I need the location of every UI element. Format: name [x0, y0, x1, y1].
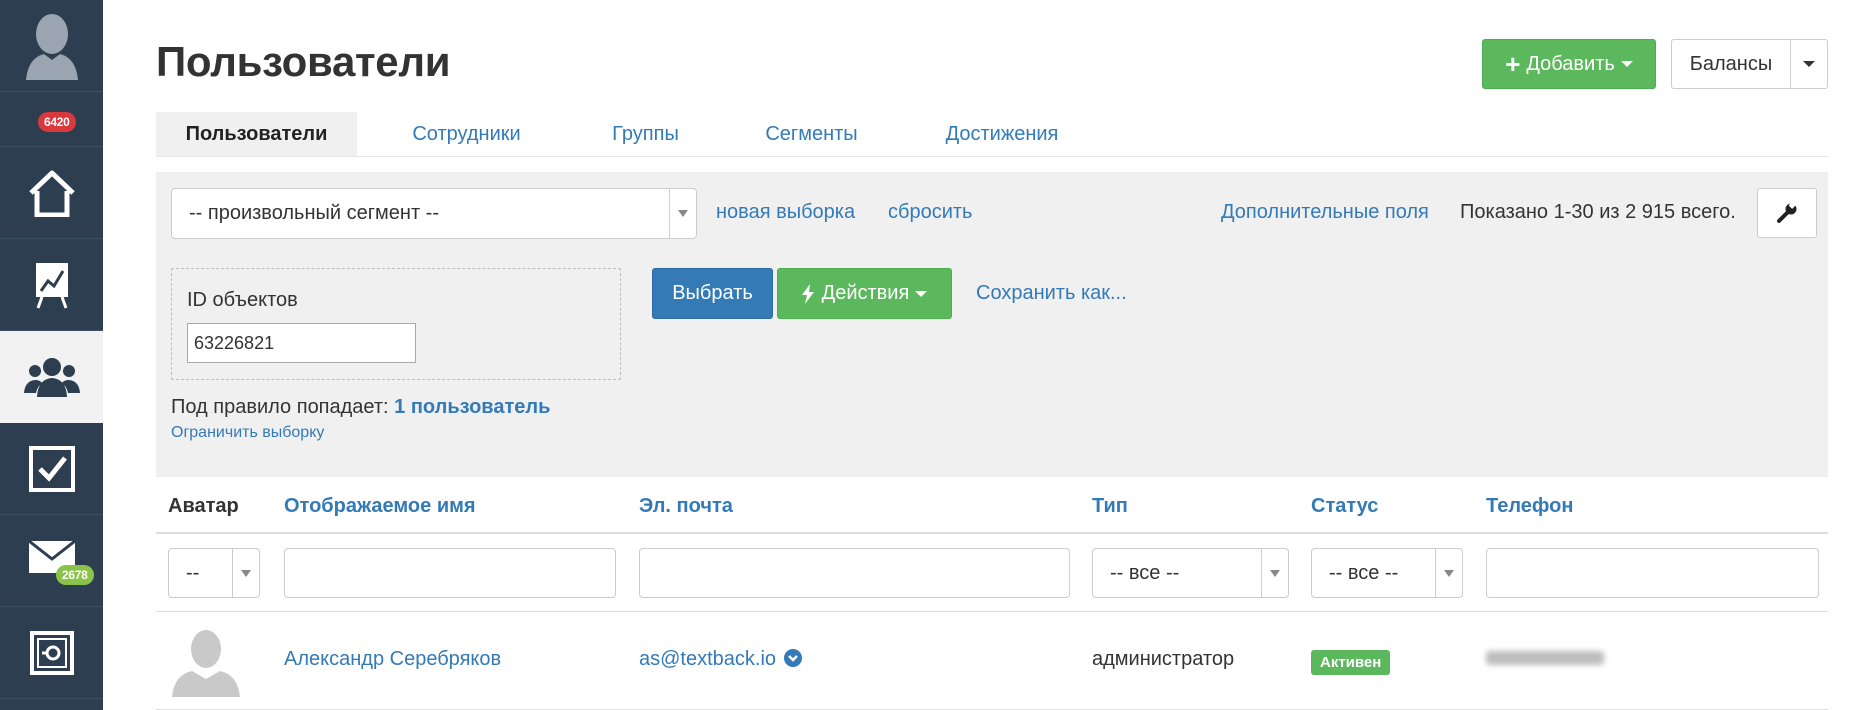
avatar-filter-select[interactable]: --	[168, 548, 260, 598]
column-header-name[interactable]: Отображаемое имя	[284, 495, 476, 518]
caret-down-icon	[915, 290, 928, 297]
add-button[interactable]: + Добавить	[1482, 39, 1656, 89]
tab-segments[interactable]: Сегменты	[715, 112, 908, 156]
user-email: as@textback.io	[639, 648, 802, 671]
sidebar-item-safe[interactable]	[0, 607, 103, 699]
select-button[interactable]: Выбрать	[652, 268, 773, 319]
caret-down-icon	[1803, 61, 1815, 67]
sidebar-item-tasks[interactable]	[0, 423, 103, 515]
segment-select-value: -- произвольный сегмент --	[189, 202, 439, 224]
column-header-type[interactable]: Тип	[1092, 495, 1128, 518]
table-row: Александр Серебряков as@textback.io адми…	[156, 612, 1828, 710]
email-filter-input[interactable]	[639, 548, 1070, 598]
sidebar: 6420 2678	[0, 0, 103, 710]
chart-board-icon	[35, 262, 68, 309]
reset-link[interactable]: сбросить	[888, 201, 972, 224]
rule-match-prefix: Под правило попадает:	[171, 396, 389, 418]
caret-down-icon	[1620, 61, 1633, 67]
extra-fields-link[interactable]: Дополнительные поля	[1221, 201, 1429, 224]
wrench-icon	[1777, 202, 1797, 223]
avatar-icon	[25, 13, 78, 80]
tabs-bar: Пользователи Сотрудники Группы Сегменты …	[156, 112, 1828, 157]
type-filter-value: -- все --	[1110, 561, 1180, 584]
user-type: администратор	[1092, 648, 1235, 670]
notifications-badge: 6420	[38, 112, 76, 132]
users-icon	[23, 357, 80, 397]
rule-match-count-link[interactable]: 1 пользователь	[394, 396, 550, 418]
rule-match-text: Под правило попадает: 1 пользователь	[171, 396, 550, 419]
checkbox-icon	[28, 445, 75, 492]
segment-select[interactable]: -- произвольный сегмент --	[171, 188, 697, 239]
sidebar-item-users[interactable]	[0, 331, 103, 423]
user-name-link[interactable]: Александр Серебряков	[284, 648, 501, 671]
sidebar-item-reports[interactable]	[0, 239, 103, 331]
chevron-down-icon	[669, 189, 696, 238]
balances-button-label: Балансы	[1689, 52, 1773, 75]
chevron-down-icon	[1261, 549, 1288, 597]
balances-dropdown-toggle[interactable]	[1790, 39, 1828, 89]
tab-users[interactable]: Пользователи	[156, 112, 357, 156]
column-header-status[interactable]: Статус	[1311, 495, 1378, 518]
column-header-avatar: Аватар	[168, 495, 239, 517]
chevron-down-icon	[232, 549, 259, 597]
pagination-summary: Показано 1-30 из 2 915 всего.	[1460, 201, 1736, 223]
select-button-label: Выбрать	[672, 282, 753, 304]
object-ids-box: ID объектов	[171, 268, 621, 380]
new-selection-link[interactable]: новая выборка	[716, 201, 855, 224]
plus-icon: +	[1505, 49, 1521, 79]
name-filter-input[interactable]	[284, 548, 616, 598]
add-button-label: Добавить	[1526, 52, 1615, 75]
column-header-email[interactable]: Эл. почта	[639, 495, 733, 518]
home-icon	[28, 170, 75, 217]
actions-button[interactable]: Действия	[777, 268, 952, 319]
phone-filter-input[interactable]	[1486, 548, 1819, 598]
main-content: Пользователи + Добавить Балансы Пользова…	[156, 0, 1828, 710]
table-settings-button[interactable]	[1757, 188, 1817, 238]
object-ids-input[interactable]	[187, 323, 416, 363]
user-email-link[interactable]: as@textback.io	[639, 648, 776, 670]
tab-employees[interactable]: Сотрудники	[357, 112, 576, 156]
messages-badge: 2678	[56, 565, 94, 585]
verified-check-icon	[783, 649, 802, 667]
type-filter-select[interactable]: -- все --	[1092, 548, 1289, 598]
safe-icon	[29, 630, 74, 675]
lightning-icon	[801, 283, 814, 304]
balances-button[interactable]: Балансы	[1671, 39, 1791, 89]
status-filter-select[interactable]: -- все --	[1311, 548, 1463, 598]
avatar-filter-value: --	[186, 561, 200, 584]
actions-button-label: Действия	[821, 282, 910, 304]
limit-selection-link[interactable]: Ограничить выборку	[171, 424, 324, 442]
chevron-down-icon	[1435, 549, 1462, 597]
sidebar-item-messages[interactable]: 2678	[0, 515, 103, 607]
tab-groups[interactable]: Группы	[576, 112, 715, 156]
filter-panel: -- произвольный сегмент -- новая выборка…	[156, 172, 1828, 477]
column-header-phone[interactable]: Телефон	[1486, 495, 1573, 518]
sidebar-item-home[interactable]	[0, 147, 103, 239]
save-as-link[interactable]: Сохранить как...	[976, 282, 1127, 305]
status-badge: Активен	[1311, 650, 1391, 675]
sidebar-profile[interactable]	[0, 0, 103, 92]
tab-achievements[interactable]: Достижения	[908, 112, 1096, 156]
table-header-row: Аватар Отображаемое имя Эл. почта Тип Ст…	[156, 477, 1828, 534]
page-title: Пользователи	[156, 38, 451, 85]
table-filter-row: -- -- все -- -- все --	[156, 534, 1828, 612]
status-filter-value: -- все --	[1329, 561, 1399, 584]
object-ids-label: ID объектов	[187, 289, 298, 311]
user-avatar	[172, 630, 240, 697]
sidebar-notifications[interactable]: 6420	[0, 92, 103, 147]
redacted-block	[1486, 651, 1604, 665]
user-phone-redacted	[1486, 648, 1604, 671]
